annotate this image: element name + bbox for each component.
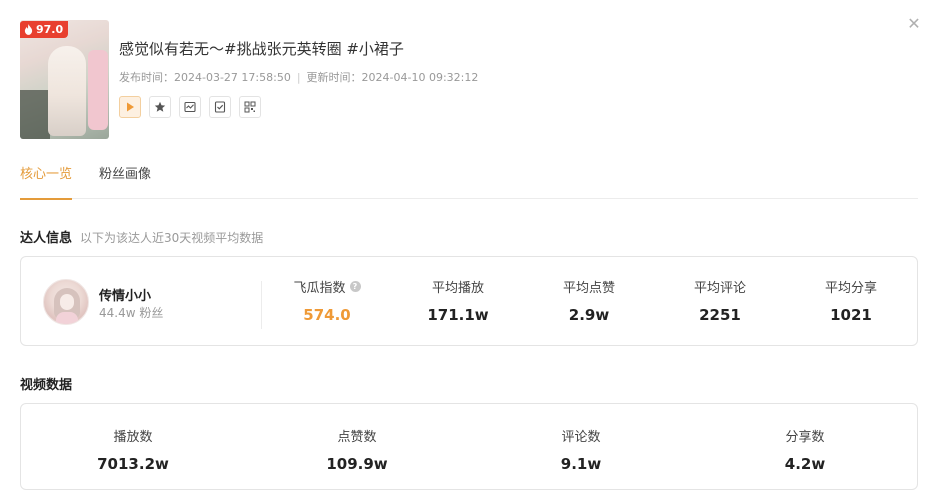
- influencer-section-heading: 达人信息 以下为该达人近30天视频平均数据: [20, 227, 263, 246]
- flame-icon: [24, 24, 33, 35]
- influencer-section-title: 达人信息: [20, 231, 73, 246]
- close-icon[interactable]: ✕: [907, 14, 920, 33]
- play-button[interactable]: [119, 96, 141, 118]
- avatar[interactable]: [43, 279, 89, 325]
- hot-score-value: 97.0: [36, 23, 64, 36]
- analysis-button[interactable]: [179, 96, 201, 118]
- stat-label: 平均点赞: [562, 281, 615, 296]
- stat-value: 9.1w: [560, 455, 602, 473]
- close-button[interactable]: ✕: [906, 16, 922, 32]
- update-time: 2024-04-10 09:32:12: [361, 71, 479, 84]
- stat-label: 播放数: [113, 430, 153, 445]
- video-actions: [119, 96, 261, 118]
- stat-label: 平均播放: [431, 281, 484, 296]
- stat-avg-shares: 平均分享 1021: [796, 277, 906, 324]
- video-section-heading: 视频数据: [20, 374, 72, 393]
- avatar-face: [60, 294, 74, 310]
- checklist-icon: [214, 101, 226, 113]
- video-title[interactable]: 感觉似有若无～#挑战张元英转圈 #小裙子: [119, 38, 404, 59]
- divider: [261, 281, 262, 329]
- stat-value: 574.0: [303, 306, 351, 324]
- stat-comments: 评论数 9.1w: [526, 426, 636, 473]
- video-data-card: 播放数 7013.2w 点赞数 109.9w 评论数 9.1w 分享数 4.2w: [20, 403, 918, 490]
- stat-value: 1021: [830, 306, 872, 324]
- stat-value: 2251: [699, 306, 741, 324]
- stat-value: 109.9w: [326, 455, 388, 473]
- cover-shadow: [20, 90, 50, 139]
- stat-label: 分享数: [785, 430, 825, 445]
- influencer-fans: 44.4w 粉丝: [99, 306, 164, 320]
- stat-avg-plays: 平均播放 171.1w: [403, 277, 513, 324]
- stat-avg-likes: 平均点赞 2.9w: [534, 277, 644, 324]
- qrcode-button[interactable]: [239, 96, 261, 118]
- cover-figure: [48, 46, 86, 136]
- tab-bar: 核心一览 粉丝画像: [20, 166, 918, 200]
- publish-time: 2024-03-27 17:58:50: [174, 71, 291, 84]
- help-icon[interactable]: ?: [349, 281, 361, 292]
- video-section-title: 视频数据: [20, 378, 73, 393]
- stat-avg-comments: 平均评论 2251: [665, 277, 775, 324]
- influencer-name[interactable]: 传情小小: [99, 285, 151, 304]
- stat-feigua-index: 飞瓜指数? 574.0: [272, 277, 382, 324]
- tab-fan-portrait[interactable]: 粉丝画像: [99, 166, 151, 199]
- chart-icon: [184, 101, 196, 113]
- stat-label: 飞瓜指数: [293, 281, 346, 296]
- stat-value: 171.1w: [427, 306, 489, 324]
- hot-score-badge: 97.0: [20, 21, 69, 38]
- qrcode-icon: [244, 101, 256, 113]
- influencer-card: 传情小小 44.4w 粉丝 飞瓜指数? 574.0 平均播放 171.1w 平均…: [20, 256, 918, 346]
- stat-label: 评论数: [561, 430, 601, 445]
- influencer-section-subtitle: 以下为该达人近30天视频平均数据: [80, 231, 264, 245]
- stat-label: 点赞数: [337, 430, 377, 445]
- publish-label: 发布时间：: [119, 71, 174, 84]
- stat-label: 平均评论: [693, 281, 746, 296]
- video-meta: 发布时间：2024-03-27 17:58:50 | 更新时间：2024-04-10…: [119, 69, 478, 85]
- stat-value: 2.9w: [568, 306, 610, 324]
- tab-core-overview[interactable]: 核心一览: [20, 166, 73, 200]
- favorite-button[interactable]: [149, 96, 171, 118]
- cover-pink-cloth: [88, 50, 108, 130]
- star-icon: [154, 101, 166, 112]
- stat-shares: 分享数 4.2w: [750, 426, 860, 473]
- task-button[interactable]: [209, 96, 231, 118]
- stat-value: 4.2w: [784, 455, 826, 473]
- meta-separator: |: [296, 71, 301, 84]
- update-label: 更新时间：: [306, 71, 362, 84]
- avatar-dress: [56, 312, 78, 324]
- stat-label: 平均分享: [824, 281, 877, 296]
- play-icon: [127, 102, 134, 112]
- stat-plays: 播放数 7013.2w: [78, 426, 188, 473]
- stat-value: 7013.2w: [97, 455, 169, 473]
- stat-likes: 点赞数 109.9w: [302, 426, 412, 473]
